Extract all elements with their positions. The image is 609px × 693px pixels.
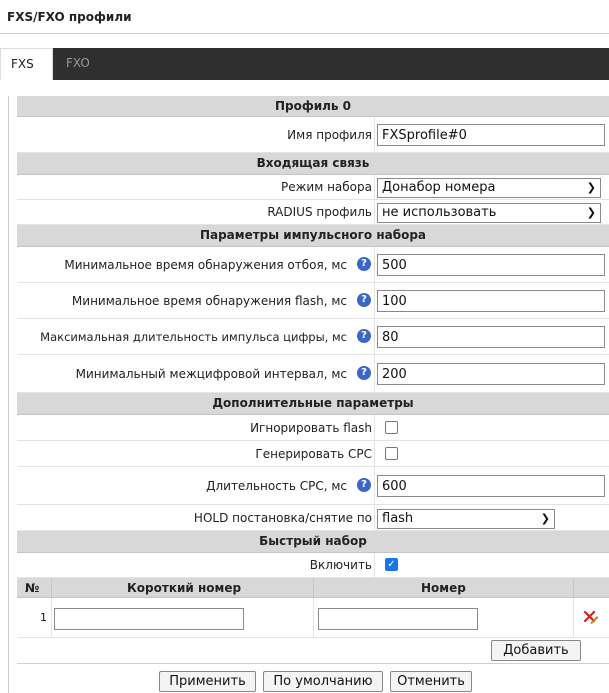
section-title: Дополнительные параметры — [212, 396, 414, 410]
cpc-duration-input[interactable] — [377, 475, 605, 497]
tab-fxs[interactable]: FXS — [0, 48, 53, 80]
chevron-down-icon: ❯ — [540, 512, 550, 525]
radius-profile-select[interactable]: не использовать ❯ — [377, 203, 601, 223]
col-header-short: Короткий номер — [127, 581, 242, 595]
row-dial-mode: Режим набора Донабор номера ❯ — [17, 175, 609, 200]
section-profile-header: Профиль 0 — [17, 96, 609, 117]
dial-mode-select[interactable]: Донабор номера ❯ — [377, 178, 601, 198]
question-circle-icon[interactable]: ? — [357, 329, 371, 343]
row-gen-cpc: Генерировать CPC — [17, 441, 609, 467]
section-speed-dial-header: Быстрый набор — [17, 531, 609, 553]
defaults-button[interactable]: По умолчанию — [263, 671, 383, 692]
gen-cpc-checkbox[interactable] — [385, 447, 398, 460]
hold-value: flash — [382, 511, 414, 526]
col-header-number: Номер — [421, 581, 466, 595]
tab-bar: FXS FXO — [0, 48, 609, 80]
dial-mode-label: Режим набора — [280, 180, 372, 194]
flash-time-input[interactable] — [377, 290, 605, 312]
interdigit-label: Минимальный межцифровой интервал, мс — [75, 367, 347, 381]
row-ignore-flash: Игнорировать flash — [17, 415, 609, 441]
row-hold: HOLD постановка/снятие по flash ❯ — [17, 505, 609, 531]
col-header-index: № — [25, 581, 40, 595]
row-add: Добавить — [17, 638, 609, 664]
hold-label: HOLD постановка/снятие по — [193, 511, 372, 525]
radius-profile-label: RADIUS профиль — [267, 205, 372, 219]
profile-name-label: Имя профиля — [287, 128, 372, 142]
section-title: Входящая связь — [256, 156, 370, 170]
row-radius-profile: RADIUS профиль не использовать ❯ — [17, 200, 609, 225]
dial-mode-value: Донабор номера — [382, 180, 496, 195]
speed-dial-table-header: № Короткий номер Номер — [17, 578, 609, 598]
add-button[interactable]: Добавить — [491, 640, 581, 661]
radius-profile-value: не использовать — [382, 205, 497, 220]
section-title: Профиль 0 — [274, 99, 352, 113]
row-interdigit: Минимальный межцифровой интервал, мс ? — [17, 355, 609, 393]
speed-dial-enable-label: Включить — [309, 558, 372, 572]
hangup-time-label: Минимальное время обнаружения отбоя, мс — [64, 258, 347, 272]
delete-row-icon[interactable] — [582, 609, 600, 627]
row-speed-dial-enable: Включить ✓ — [17, 553, 609, 578]
row-flash-time: Минимальное время обнаружения flash, мс … — [17, 283, 609, 319]
row-cpc-duration: Длительность CPC, мс ? — [17, 467, 609, 505]
apply-button[interactable]: Применить — [159, 671, 256, 692]
section-title: Быстрый набор — [259, 534, 367, 548]
speed-dial-enable-checkbox[interactable]: ✓ — [385, 558, 398, 571]
hold-select[interactable]: flash ❯ — [377, 509, 555, 529]
table-row: 1 — [17, 598, 609, 638]
row-hangup-time: Минимальное время обнаружения отбоя, мс … — [17, 247, 609, 283]
cpc-duration-label: Длительность CPC, мс — [206, 479, 347, 493]
question-circle-icon[interactable]: ? — [357, 366, 371, 380]
section-pulse-header: Параметры импульсного набора — [17, 225, 609, 247]
question-circle-icon[interactable]: ? — [357, 293, 371, 307]
ignore-flash-label: Игнорировать flash — [250, 421, 372, 435]
cancel-button[interactable]: Отменить — [390, 671, 472, 692]
chevron-down-icon: ❯ — [586, 206, 596, 219]
number-input[interactable] — [318, 608, 478, 630]
hangup-time-input[interactable] — [377, 254, 605, 276]
digit-pulse-label: Максимальная длительность импульса цифры… — [40, 330, 347, 344]
flash-time-label: Минимальное время обнаружения flash, мс — [71, 294, 347, 308]
row-digit-pulse: Максимальная длительность импульса цифры… — [17, 319, 609, 355]
row-profile-name: Имя профиля — [17, 117, 609, 153]
gen-cpc-label: Генерировать CPC — [255, 447, 372, 461]
profile-name-input[interactable] — [377, 124, 605, 146]
section-additional-header: Дополнительные параметры — [17, 393, 609, 415]
question-circle-icon[interactable]: ? — [357, 478, 371, 492]
question-circle-icon[interactable]: ? — [357, 257, 371, 271]
window-title-bar: FXS/FXO профили — [0, 0, 609, 34]
interdigit-input[interactable] — [377, 363, 605, 385]
window-title: FXS/FXO профили — [7, 10, 132, 24]
tab-fxo[interactable]: FXO — [56, 48, 100, 80]
row-index: 1 — [40, 611, 47, 624]
digit-pulse-input[interactable] — [377, 326, 605, 348]
ignore-flash-checkbox[interactable] — [385, 421, 398, 434]
section-title: Параметры импульсного набора — [199, 228, 427, 242]
short-number-input[interactable] — [54, 608, 244, 630]
chevron-down-icon: ❯ — [586, 181, 596, 194]
section-incoming-header: Входящая связь — [17, 153, 609, 175]
